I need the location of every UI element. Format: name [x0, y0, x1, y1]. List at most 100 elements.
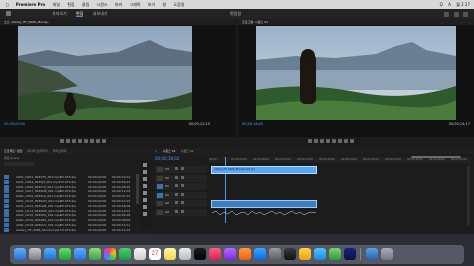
clock[interactable]: 월 2 27: [456, 0, 470, 9]
maps-icon[interactable]: [89, 248, 101, 260]
lock-icon[interactable]: [174, 201, 178, 204]
quick-export-icon[interactable]: [453, 12, 459, 17]
razor-tool-icon[interactable]: [143, 184, 147, 188]
selection-tool-icon[interactable]: [143, 163, 147, 167]
lock-icon[interactable]: [174, 192, 178, 196]
tab-export[interactable]: 내보내기: [93, 11, 108, 16]
mail-icon[interactable]: [74, 248, 86, 260]
source-video-frame[interactable]: [18, 26, 192, 120]
track-header[interactable]: A3: [155, 208, 207, 216]
step-back-icon[interactable]: [72, 139, 76, 143]
play-icon[interactable]: [78, 139, 82, 143]
program-timecode-current[interactable]: 00;00;18;02: [242, 122, 263, 126]
tab-sequence-02[interactable]: 시퀀스 02: [181, 149, 194, 153]
prog-play-icon[interactable]: [326, 139, 330, 143]
prog-step-forward-icon[interactable]: [332, 139, 336, 143]
insert-icon[interactable]: [90, 139, 94, 143]
messages-icon[interactable]: [59, 248, 71, 260]
step-forward-icon[interactable]: [84, 139, 88, 143]
project-item[interactable]: Ashley_HF_S006_Moody.mp4 23.976 fps 00;00;…: [4, 227, 136, 233]
timeline-zoom-scrollbar[interactable]: [411, 156, 461, 158]
status-item-2[interactable]: A: [448, 0, 451, 9]
lock-icon[interactable]: [174, 167, 178, 170]
apple-tv-icon[interactable]: [194, 248, 206, 260]
source-timecode-current[interactable]: 00;00;00;00: [4, 122, 25, 126]
hand-tool-icon[interactable]: [143, 205, 147, 209]
home-icon[interactable]: [6, 11, 11, 16]
track-header[interactable]: V1: [155, 183, 207, 190]
menu-item-edit[interactable]: 편집: [67, 0, 74, 9]
tab-program-monitor[interactable]: 프로그램: 시퀀스 01: [242, 20, 268, 24]
premiere-pro-icon[interactable]: [344, 248, 356, 260]
books-icon[interactable]: [239, 248, 251, 260]
prog-step-back-icon[interactable]: [320, 139, 324, 143]
lock-icon[interactable]: [174, 209, 178, 213]
track-header[interactable]: A2: [155, 200, 207, 207]
lock-icon[interactable]: [174, 184, 178, 187]
type-tool-icon[interactable]: [143, 212, 147, 216]
track-select-tool-icon[interactable]: [143, 170, 147, 174]
visibility-icon[interactable]: [180, 201, 184, 204]
launchpad-icon[interactable]: [29, 248, 41, 260]
visibility-icon[interactable]: [180, 175, 184, 179]
menu-item-clip[interactable]: 클립: [82, 0, 89, 9]
tab-libraries[interactable]: 라이브러리: [53, 149, 67, 153]
kakaotalk-icon[interactable]: [329, 248, 341, 260]
facetime-icon[interactable]: [119, 248, 131, 260]
downloads-folder-icon[interactable]: [366, 248, 378, 260]
menu-item-window[interactable]: 창: [163, 0, 167, 9]
tab-edit[interactable]: 편집: [76, 11, 84, 17]
contacts-icon[interactable]: [134, 248, 146, 260]
prog-mark-out-icon[interactable]: [314, 139, 318, 143]
timeline-timecode[interactable]: 00;00;18;02: [155, 156, 179, 161]
mark-in-icon[interactable]: [60, 139, 64, 143]
overwrite-icon[interactable]: [96, 139, 100, 143]
ripple-edit-tool-icon[interactable]: [143, 177, 147, 181]
tab-source-monitor[interactable]: 소스: Ashley_HF_S006_Moody...: [4, 20, 50, 24]
mark-out-icon[interactable]: [66, 139, 70, 143]
track-target-toggle[interactable]: [157, 192, 163, 198]
fullscreen-icon[interactable]: [463, 12, 468, 17]
tab-media-browser[interactable]: 미디어 브라우저: [28, 149, 48, 153]
menu-item-help[interactable]: 도움말: [173, 0, 184, 9]
program-video-frame[interactable]: [256, 26, 456, 120]
pen-tool-icon[interactable]: [143, 198, 147, 202]
slip-tool-icon[interactable]: [143, 191, 147, 195]
calendar-icon[interactable]: 27: [149, 248, 161, 260]
lift-icon[interactable]: [338, 139, 342, 143]
photos-icon[interactable]: [104, 248, 116, 260]
finder-icon[interactable]: [14, 248, 26, 260]
apple-icon[interactable]: : [6, 0, 8, 9]
menu-item-marker[interactable]: 마커: [115, 0, 122, 9]
export-frame-icon[interactable]: [102, 139, 106, 143]
safari-icon[interactable]: [44, 248, 56, 260]
status-item-1[interactable]: Q: [440, 0, 443, 9]
track-target-toggle[interactable]: [157, 175, 163, 181]
visibility-icon[interactable]: [180, 192, 184, 196]
menu-item-graphics[interactable]: 그래픽: [130, 0, 141, 9]
audio-clip[interactable]: [211, 200, 317, 216]
zoom-icon[interactable]: [314, 248, 326, 260]
prog-export-frame-icon[interactable]: [350, 139, 354, 143]
menu-item-sequence[interactable]: 시퀀스: [97, 0, 108, 9]
tab-project[interactable]: 프로젝트: 편집: [4, 149, 23, 153]
chrome-icon[interactable]: [299, 248, 311, 260]
tab-sequence-01[interactable]: 시퀀스 01: [162, 149, 175, 153]
music-icon[interactable]: [209, 248, 221, 260]
project-search-input[interactable]: [4, 162, 34, 166]
menu-item-file[interactable]: 파일: [53, 0, 60, 9]
visibility-icon[interactable]: [180, 167, 184, 170]
project-scrollbar[interactable]: [136, 174, 139, 204]
close-icon[interactable]: ×: [155, 149, 158, 153]
track-target-toggle[interactable]: [157, 209, 163, 215]
trash-icon[interactable]: [381, 248, 393, 260]
reminders-icon[interactable]: [179, 248, 191, 260]
track-target-toggle[interactable]: [157, 184, 163, 189]
track-target-toggle[interactable]: [157, 201, 163, 206]
visibility-icon[interactable]: [180, 209, 184, 213]
podcasts-icon[interactable]: [224, 248, 236, 260]
track-header[interactable]: V2: [155, 174, 207, 182]
app-store-icon[interactable]: [254, 248, 266, 260]
track-target-toggle[interactable]: [157, 167, 163, 172]
visibility-icon[interactable]: [180, 184, 184, 187]
